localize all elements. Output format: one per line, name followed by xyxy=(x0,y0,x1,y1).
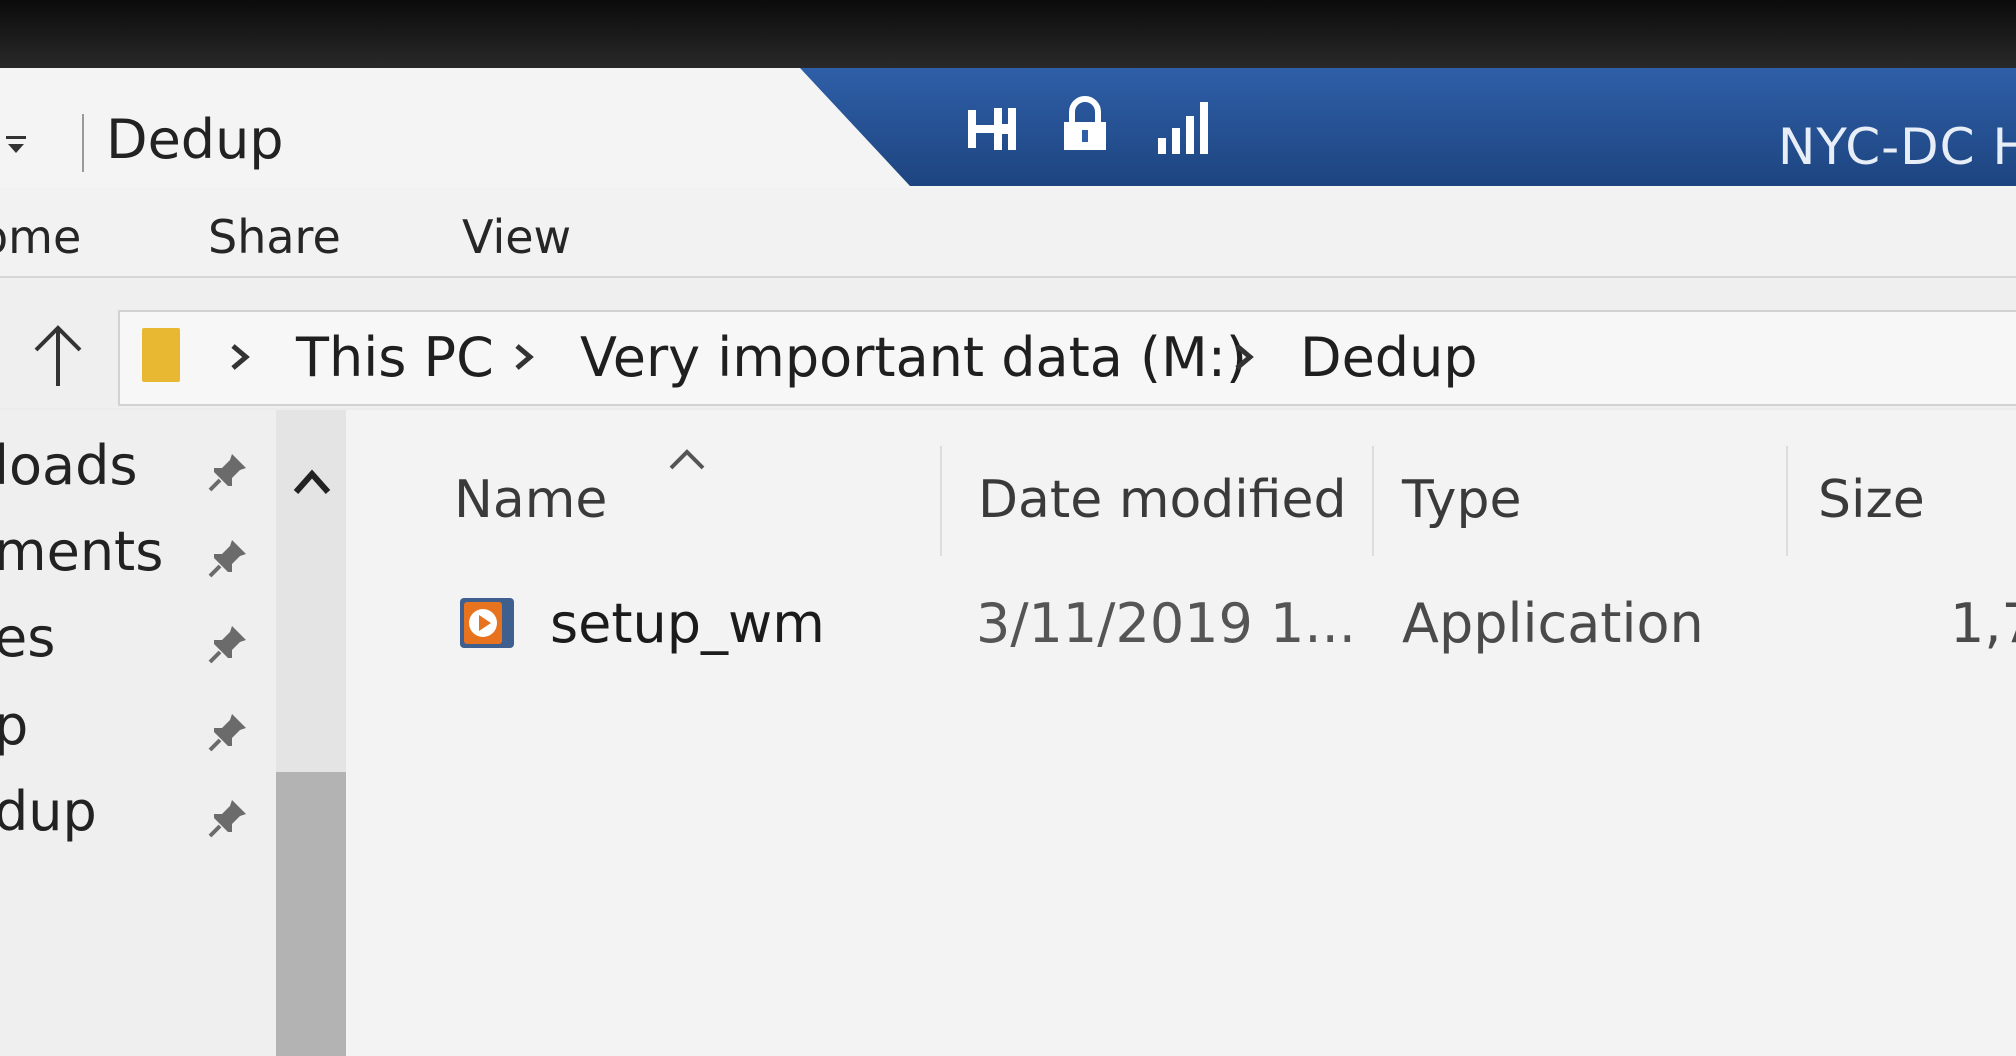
navigation-pane: loads ments es p dup xyxy=(0,410,346,1056)
nav-item-pictures[interactable]: es xyxy=(0,606,55,669)
title-separator xyxy=(82,114,84,172)
file-list: Name Date modified Type Size setup_wm 3/… xyxy=(346,410,2016,1056)
tab-home[interactable]: ome xyxy=(0,210,81,264)
window-title: Dedup xyxy=(106,108,284,171)
address-bar[interactable]: This PC Very important data (M:) Dedup xyxy=(118,310,2016,406)
tab-share[interactable]: Share xyxy=(208,210,341,264)
remote-host-name: NYC-DC H xyxy=(1778,118,2016,176)
breadcrumb-dedup[interactable]: Dedup xyxy=(1300,326,1478,389)
file-type: Application xyxy=(1402,592,1704,655)
column-header-date-modified[interactable]: Date modified xyxy=(978,470,1347,530)
chevron-right-icon[interactable] xyxy=(1232,342,1256,372)
chevron-right-icon[interactable] xyxy=(228,342,252,372)
screen: Dedup NYC-DC H ome Share View Th xyxy=(0,68,2016,1056)
column-header-size[interactable]: Size xyxy=(1818,470,1925,530)
nav-item-dedup[interactable]: dup xyxy=(0,780,97,843)
column-divider[interactable] xyxy=(1372,446,1374,556)
scroll-up-icon[interactable] xyxy=(292,466,332,498)
quick-access-dropdown-icon[interactable] xyxy=(6,136,28,153)
file-date-modified: 3/11/2019 1... xyxy=(976,592,1356,655)
folder-icon xyxy=(142,328,180,382)
up-arrow-icon[interactable] xyxy=(30,324,86,388)
breadcrumb-drive[interactable]: Very important data (M:) xyxy=(580,326,1247,389)
sort-ascending-icon xyxy=(669,449,705,470)
ribbon-tabs: ome Share View xyxy=(0,188,2016,278)
monitor-bezel xyxy=(0,0,2016,70)
file-name[interactable]: setup_wm xyxy=(550,592,825,655)
column-header-name[interactable]: Name xyxy=(454,470,607,530)
address-row: This PC Very important data (M:) Dedup xyxy=(0,278,2016,408)
column-header-type[interactable]: Type xyxy=(1402,470,1521,530)
nav-scrollbar-thumb[interactable] xyxy=(276,772,346,1056)
pin-icon xyxy=(208,454,246,492)
application-icon xyxy=(460,598,514,648)
nav-item-downloads[interactable]: loads xyxy=(0,434,138,497)
lock-icon xyxy=(1064,96,1106,150)
nav-item-p[interactable]: p xyxy=(0,694,28,757)
file-row[interactable]: setup_wm 3/11/2019 1... Application 1,7 xyxy=(346,578,2016,668)
pin-connection-bar-icon[interactable] xyxy=(966,104,1020,154)
pin-icon xyxy=(208,714,246,752)
pin-icon xyxy=(208,540,246,578)
tab-view[interactable]: View xyxy=(462,210,571,264)
chevron-right-icon[interactable] xyxy=(512,342,536,372)
pin-icon xyxy=(208,626,246,664)
connection-quality-icon[interactable] xyxy=(1156,98,1216,154)
column-divider[interactable] xyxy=(1786,446,1788,556)
file-size: 1,7 xyxy=(1950,592,2016,655)
breadcrumb-this-pc[interactable]: This PC xyxy=(296,326,494,389)
pin-icon xyxy=(208,800,246,838)
nav-item-documents[interactable]: ments xyxy=(0,520,163,583)
column-divider[interactable] xyxy=(940,446,942,556)
